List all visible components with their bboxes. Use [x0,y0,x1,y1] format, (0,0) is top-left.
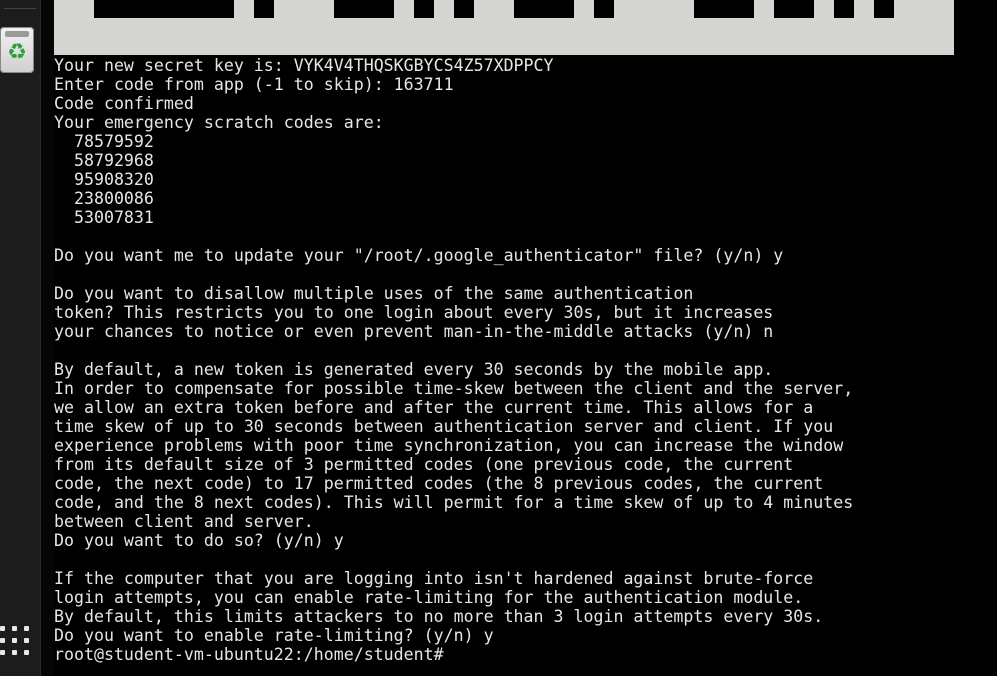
terminal-line: Do you want me to update your "/root/.go… [54,246,784,265]
show-applications-icon[interactable] [0,624,34,658]
qr-code [54,0,954,55]
terminal-line: 95908320 [54,170,154,189]
terminal-line: time skew of up to 30 seconds between au… [54,417,834,436]
terminal-line: 23800086 [54,189,154,208]
terminal-line: Do you want to disallow multiple uses of… [54,284,694,303]
terminal-line: Your new secret key is: VYK4V4THQSKGBYCS… [54,56,554,75]
grid-dot [0,638,5,643]
grid-dot [24,650,29,655]
dock-separator [4,8,36,9]
qr-module [414,0,434,18]
shell-prompt[interactable]: root@student-vm-ubuntu22:/home/student# [54,645,997,664]
terminal-line: Enter code from app (-1 to skip): 163711 [54,75,454,94]
qr-module [514,0,574,18]
grid-dot [12,638,17,643]
text-cursor [444,646,454,663]
terminal-line: 53007831 [54,208,154,227]
terminal-line: Your emergency scratch codes are: [54,113,384,132]
terminal-line: 78579592 [54,132,154,151]
qr-module [94,0,234,18]
terminal-line: In order to compensate for possible time… [54,379,854,398]
qr-module [594,0,614,18]
qr-module [834,0,854,18]
terminal-line: experience problems with poor time synch… [54,436,844,455]
terminal-line: between client and server. [54,512,314,531]
recycle-icon: ♻ [7,40,27,65]
prompt-text: root@student-vm-ubuntu22:/home/student# [54,645,444,664]
terminal-line: Code confirmed [54,94,194,113]
terminal-line: your chances to notice or even prevent m… [54,322,774,341]
terminal-line: Do you want to do so? (y/n) y [54,531,344,550]
qr-module [874,0,894,18]
qr-module [334,0,394,18]
grid-dot [24,638,29,643]
qr-module [694,0,754,18]
terminal-line: By default, a new token is generated eve… [54,360,774,379]
terminal-line: login attempts, you can enable rate-limi… [54,588,804,607]
qr-module [254,0,274,18]
terminal-line: Do you want to enable rate-limiting? (y/… [54,626,494,645]
dock: ♻ [0,0,41,676]
qr-module [774,0,814,18]
terminal-line: If the computer that you are logging int… [54,569,814,588]
terminal-line: from its default size of 3 permitted cod… [54,455,794,474]
terminal-line: token? This restricts you to one login a… [54,303,774,322]
terminal-line: 58792968 [54,151,154,170]
terminal-output: Your new secret key is: VYK4V4THQSKGBYCS… [54,56,997,664]
terminal-line: we allow an extra token before and after… [54,398,814,417]
trash-icon[interactable]: ♻ [0,27,34,73]
trash-lid [5,31,29,37]
terminal-line: By default, this limits attackers to no … [54,607,824,626]
grid-dot [12,626,17,631]
qr-module [454,0,474,18]
terminal-line: code, and the 8 next codes). This will p… [54,493,854,512]
grid-dot [0,650,5,655]
terminal-line: code, the next code) to 17 permitted cod… [54,474,824,493]
terminal-window[interactable]: Your new secret key is: VYK4V4THQSKGBYCS… [54,0,997,676]
grid-dot [24,626,29,631]
grid-dot [0,626,5,631]
grid-dot [12,650,17,655]
